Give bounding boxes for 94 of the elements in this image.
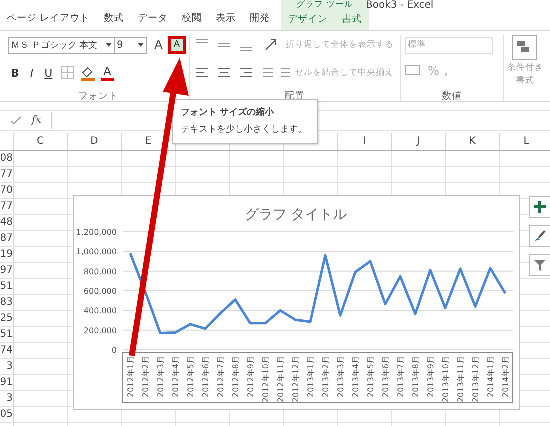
- axis-tick-label: 600,000: [84, 287, 117, 296]
- cell-value: 77: [0, 201, 13, 212]
- cell-value: 48: [0, 217, 13, 228]
- axis-category-label: 2013年7月: [396, 356, 406, 398]
- tooltip-text: テキストを少し小さくします。: [181, 124, 308, 136]
- cell-value: 19: [0, 249, 13, 260]
- cell-value: 97: [0, 265, 13, 276]
- axis-tick-label: 1,200,000: [76, 228, 117, 237]
- axis-category-label: 2012年1月: [126, 356, 136, 398]
- ribbon-tab[interactable]: 書式: [335, 11, 370, 31]
- axis-tick-label: 1,000,000: [76, 248, 117, 257]
- axis-category-label: 2013年12月: [472, 356, 480, 403]
- italic-button[interactable]: I: [27, 66, 37, 80]
- shrink-font-button[interactable]: A: [170, 39, 183, 51]
- axis-category-label: 2013年9月: [426, 356, 436, 398]
- conditional-formatting-icon[interactable]: [512, 35, 538, 61]
- chart-filters-button[interactable]: [529, 254, 550, 276]
- window-title: Book3 - Excel: [366, 0, 434, 11]
- axis-tick-label: 400,000: [84, 306, 117, 316]
- ribbon-tab[interactable]: 表示: [209, 10, 244, 30]
- ribbon-tab[interactable]: ページ レイアウト: [0, 10, 98, 30]
- chart-area[interactable]: [73, 195, 520, 410]
- axis-category-label: 2013年3月: [336, 356, 346, 398]
- axis-category-label: 2012年11月: [276, 356, 286, 403]
- currency-icon[interactable]: [405, 64, 423, 78]
- axis-category-label: 2012年7月: [216, 356, 226, 398]
- plus-icon: [533, 200, 547, 214]
- ribbon-tab[interactable]: 数式: [97, 10, 132, 30]
- font-color-button[interactable]: A: [100, 66, 114, 80]
- cell-value: 91: [0, 377, 13, 388]
- group-label: フォント: [78, 90, 120, 103]
- contextual-tab-group-label: グラフ ツール: [296, 0, 354, 11]
- axis-tick-label: 800,000: [84, 267, 117, 276]
- data-line[interactable]: [129, 253, 507, 335]
- cell-value: 3: [6, 393, 13, 404]
- column-header[interactable]: K: [446, 133, 500, 150]
- axis-category-label: 2013年1月: [306, 356, 316, 398]
- axis-category-label: 2014年1月: [486, 356, 496, 398]
- axis-category-label: 2012年8月: [232, 356, 240, 398]
- column-header[interactable]: I: [338, 133, 392, 150]
- grow-font-button[interactable]: A: [152, 37, 166, 53]
- axis-category-label: 2012年6月: [202, 356, 210, 398]
- column-header[interactable]: J: [392, 133, 446, 150]
- axis-category-label: 2013年10月: [442, 356, 450, 403]
- cell-value: 77: [0, 169, 13, 180]
- axis-category-label: 2012年10月: [262, 356, 270, 403]
- bold-button[interactable]: B: [8, 66, 22, 80]
- ribbon-tab[interactable]: データ: [131, 10, 176, 30]
- cell-value: 87: [0, 233, 13, 244]
- axis-category-label: 2012年2月: [142, 356, 150, 398]
- cell-value: 83: [0, 297, 13, 308]
- cell-value: 08: [0, 153, 13, 164]
- tooltip-title: フォント サイズの縮小: [181, 106, 276, 119]
- ribbon-tab[interactable]: 開発: [243, 10, 278, 30]
- axis-category-label: 2013年8月: [412, 356, 420, 398]
- font-name-dropdown[interactable]: ＭＳ Ｐゴシック 本文: [8, 36, 115, 54]
- column-header[interactable]: D: [68, 133, 122, 150]
- dropdown-caret-icon: [138, 43, 144, 47]
- cell-value: 51: [0, 329, 13, 340]
- axis-category-label: 2014年2月: [502, 356, 510, 398]
- cell-value: 51: [0, 281, 13, 292]
- cell-value: 05: [0, 409, 13, 420]
- fill-color-icon[interactable]: [80, 65, 96, 81]
- cell-value: 3: [6, 361, 13, 372]
- axis-category-label: 2012年9月: [246, 356, 256, 398]
- cell-value: 70: [0, 185, 13, 196]
- axis-category-label: 2012年3月: [156, 356, 166, 398]
- axis-tick-label: 200,000: [84, 326, 117, 336]
- axis-category-label: 2013年11月: [456, 356, 466, 403]
- font-size-dropdown[interactable]: 9: [114, 36, 147, 54]
- dropdown-caret-icon: [106, 43, 112, 47]
- checkmark-icon[interactable]: [10, 116, 22, 126]
- group-label: 数値: [440, 90, 463, 103]
- insert-function-button[interactable]: fx: [32, 115, 42, 126]
- chart-title[interactable]: グラフ タイトル: [244, 207, 348, 223]
- ribbon-tab[interactable]: デザイン: [281, 11, 336, 31]
- cell-value: 74: [0, 345, 13, 356]
- ribbon-tab[interactable]: 校閲: [175, 10, 210, 30]
- cell-value: 25: [0, 313, 13, 324]
- axis-category-label: 2013年6月: [382, 356, 390, 398]
- axis-category-label: 2013年5月: [366, 356, 376, 398]
- axis-category-label: 2012年12月: [292, 356, 300, 403]
- add-chart-element-button[interactable]: [529, 196, 550, 218]
- column-header[interactable]: L: [500, 133, 550, 150]
- filter-icon: [533, 258, 547, 272]
- axis-category-label: 2013年2月: [322, 356, 330, 398]
- axis-tick-label: 0: [112, 346, 117, 355]
- column-header[interactable]: C: [14, 133, 68, 150]
- chart-styles-button[interactable]: [529, 225, 550, 247]
- axis-category-label: 2012年4月: [172, 356, 180, 398]
- axis-category-label: 2013年4月: [352, 356, 360, 398]
- axis-category-label: 2012年5月: [186, 356, 196, 398]
- brush-icon: [533, 229, 547, 243]
- underline-button[interactable]: U: [42, 66, 56, 80]
